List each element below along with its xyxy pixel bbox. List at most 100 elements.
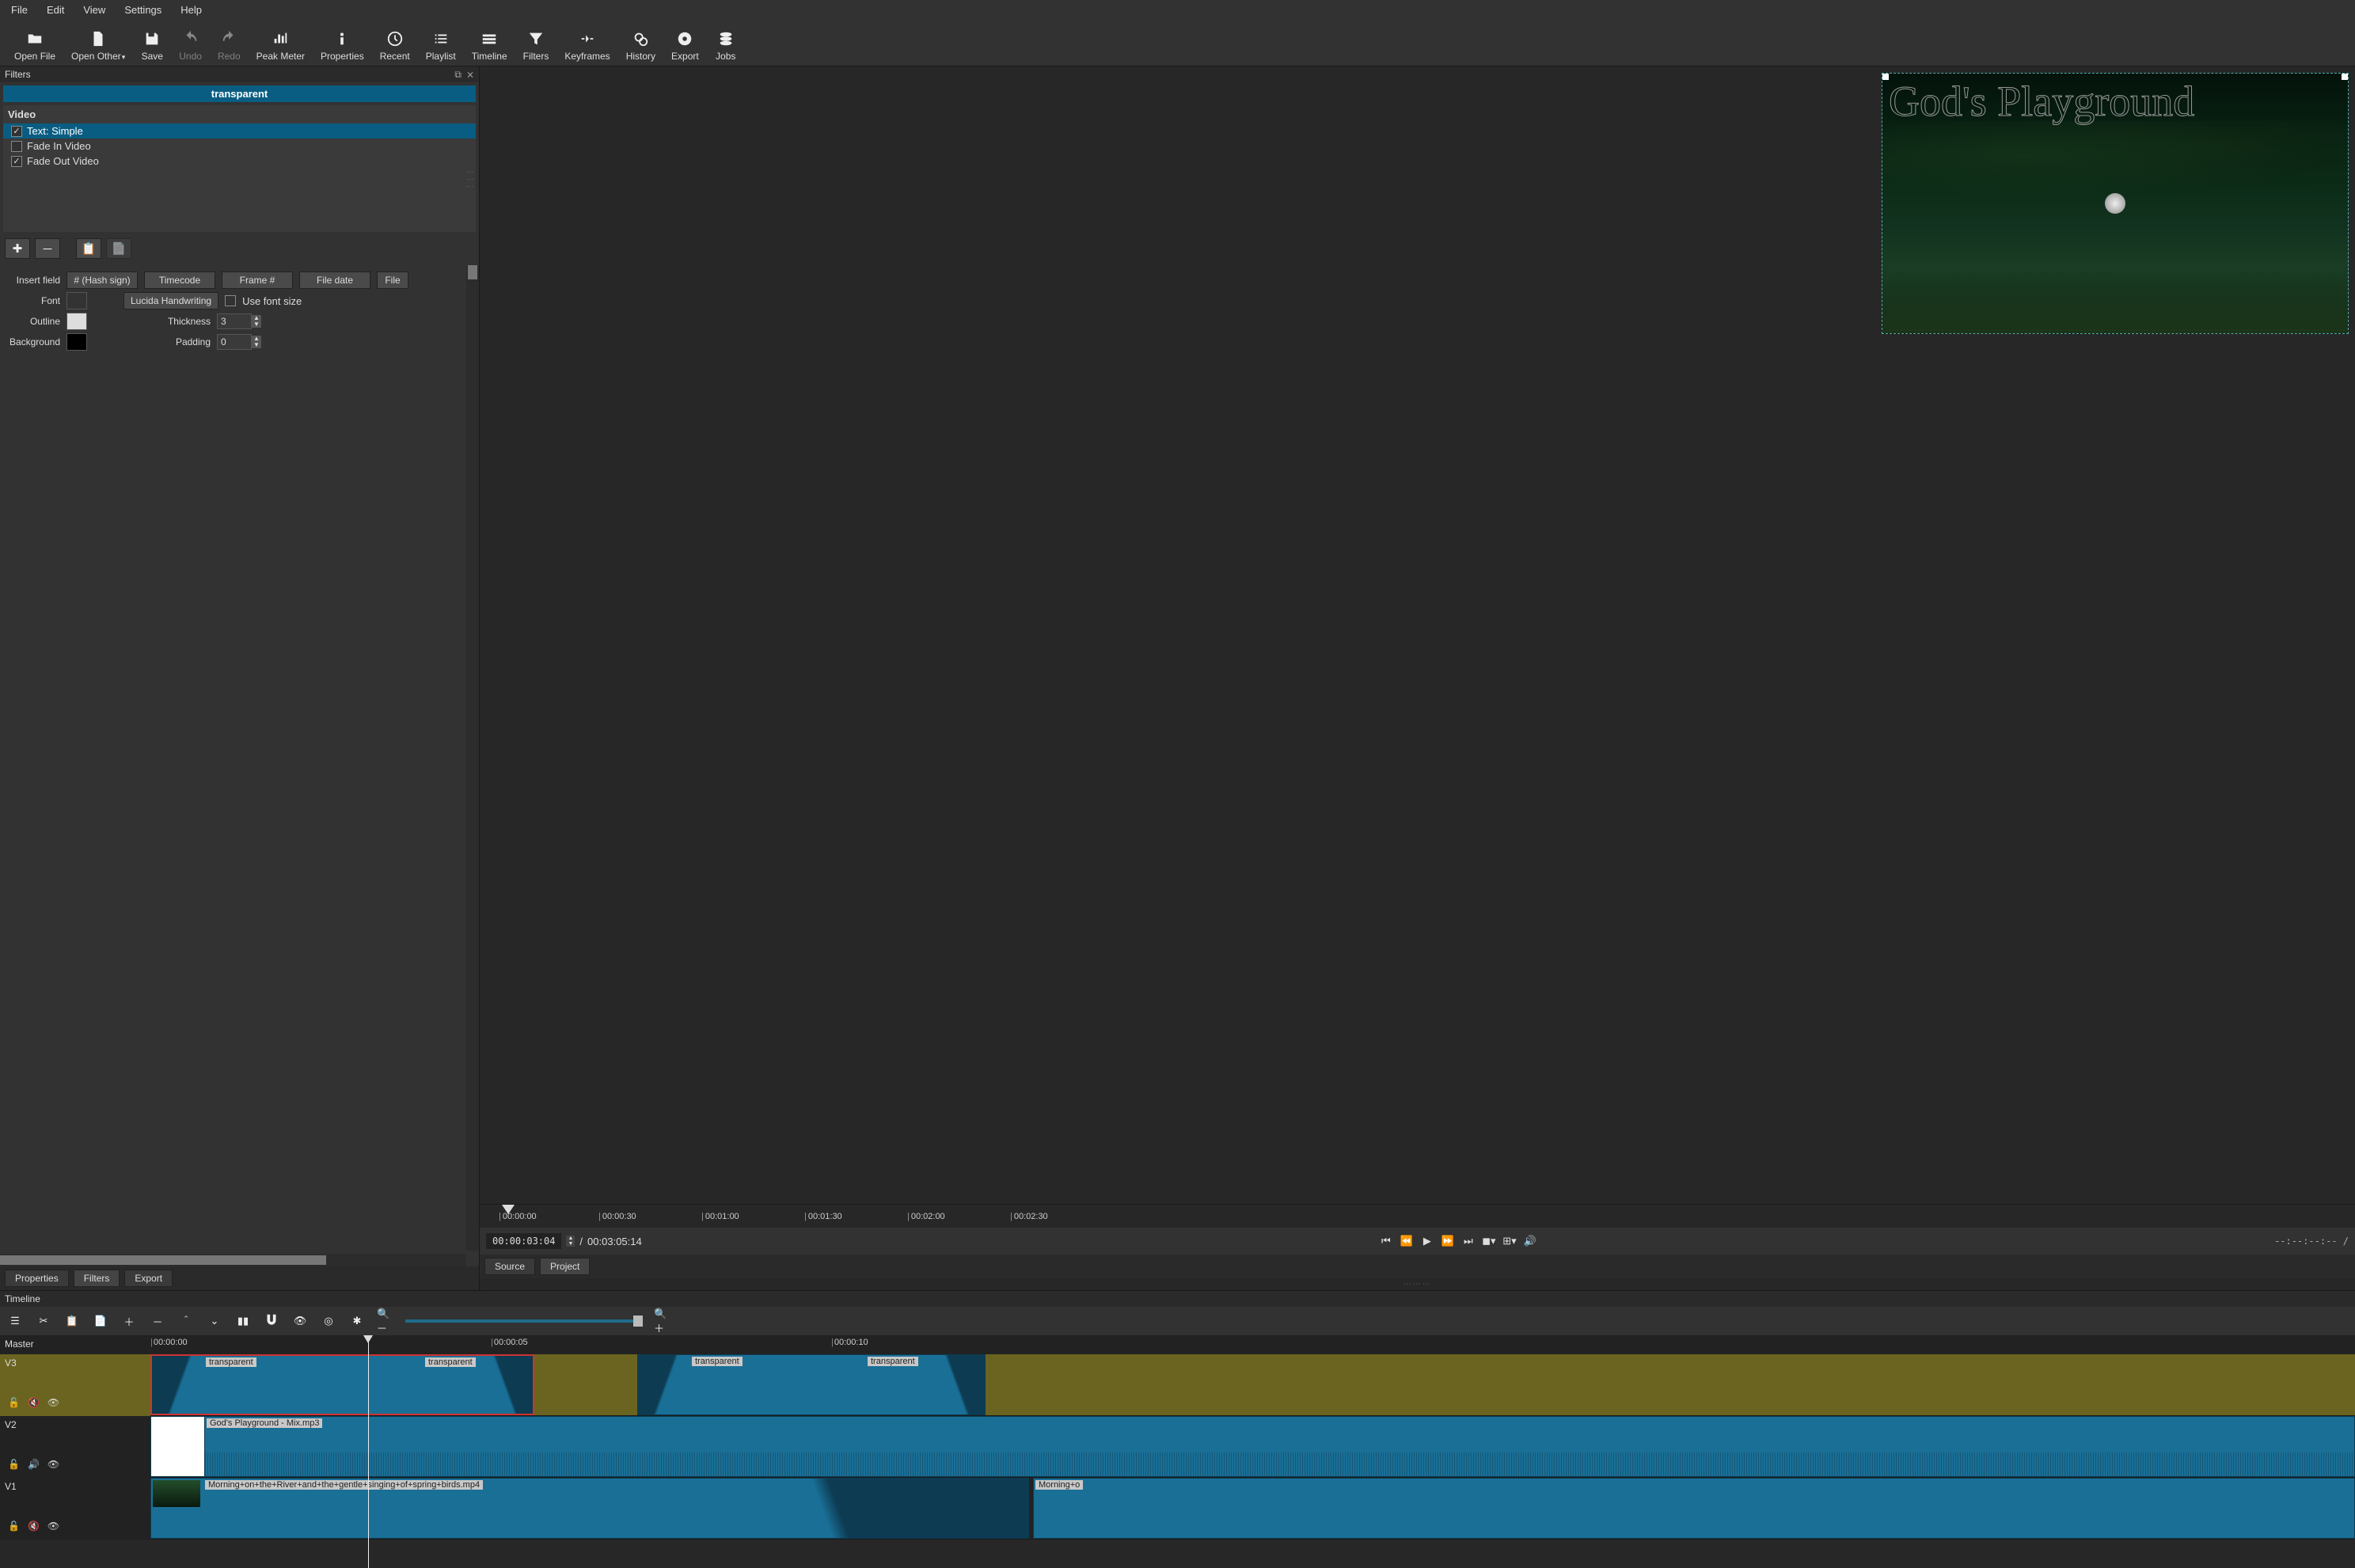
use-font-size-checkbox[interactable] bbox=[225, 295, 236, 306]
zoom-in-icon[interactable]: 🔍＋ bbox=[654, 1312, 671, 1330]
keyframes-button[interactable]: Keyframes bbox=[556, 21, 617, 65]
append-icon[interactable]: ＋ bbox=[120, 1312, 138, 1330]
padding-spin[interactable]: ▲▼ bbox=[217, 334, 261, 350]
padding-input[interactable] bbox=[217, 334, 252, 350]
paste-icon[interactable]: 📄 bbox=[92, 1312, 109, 1330]
thickness-input[interactable] bbox=[217, 313, 252, 329]
video-preview[interactable]: God's Playground bbox=[1882, 73, 2349, 334]
menu-help[interactable]: Help bbox=[171, 2, 211, 18]
play-button[interactable]: ▶ bbox=[1419, 1233, 1435, 1249]
fast-forward-button[interactable]: ⏩ bbox=[1440, 1233, 1456, 1249]
hide-icon[interactable]: 👁 bbox=[47, 1459, 59, 1470]
menu-view[interactable]: View bbox=[74, 2, 115, 18]
rewind-button[interactable]: ⏪ bbox=[1399, 1233, 1415, 1249]
add-filter-button[interactable]: ✚ bbox=[5, 238, 30, 259]
open-file-button[interactable]: Open File bbox=[6, 21, 63, 65]
playlist-button[interactable]: Playlist bbox=[418, 21, 464, 65]
filter-item[interactable]: Fade In Video bbox=[3, 139, 476, 154]
tab-filters[interactable]: Filters bbox=[74, 1270, 120, 1287]
thickness-spin[interactable]: ▲▼ bbox=[217, 313, 261, 329]
tab-source[interactable]: Source bbox=[484, 1258, 535, 1275]
padding-down[interactable]: ▼ bbox=[252, 342, 261, 348]
timeline-playhead[interactable] bbox=[368, 1335, 369, 1568]
grid-button[interactable]: ⊞▾ bbox=[1502, 1233, 1517, 1249]
properties-button[interactable]: Properties bbox=[313, 21, 372, 65]
timeline-menu-icon[interactable]: ☰ bbox=[6, 1312, 24, 1330]
paste-filter-button[interactable]: 📄 bbox=[106, 238, 131, 259]
master-track-header[interactable]: Master bbox=[0, 1335, 150, 1354]
track-header-v1[interactable]: V1 🔓 🔇 👁 bbox=[0, 1478, 150, 1540]
lift-icon[interactable]: ＾ bbox=[177, 1312, 195, 1330]
clip-audio[interactable]: God's Playground - Mix.mp3 bbox=[204, 1416, 2355, 1477]
insert-timecode-button[interactable]: Timecode bbox=[144, 271, 215, 289]
filter-item[interactable]: ✓Fade Out Video bbox=[3, 154, 476, 169]
peak-meter-button[interactable]: Peak Meter bbox=[249, 21, 313, 65]
clip-video-1[interactable]: Morning+on+the+River+and+the+gentle+sing… bbox=[150, 1478, 1029, 1539]
zoom-fit-button[interactable]: ◼▾ bbox=[1481, 1233, 1497, 1249]
track-v1[interactable]: Morning+on+the+River+and+the+gentle+sing… bbox=[150, 1478, 2355, 1540]
tab-properties[interactable]: Properties bbox=[5, 1270, 69, 1287]
clip-transparent-2[interactable]: transparent transparent bbox=[637, 1354, 986, 1415]
lock-icon[interactable]: 🔓 bbox=[8, 1459, 20, 1470]
preview-center-handle[interactable] bbox=[2105, 193, 2125, 214]
mute-icon[interactable]: 🔇 bbox=[28, 1397, 40, 1408]
volume-button[interactable]: 🔊 bbox=[1522, 1233, 1538, 1249]
font-color-swatch[interactable] bbox=[66, 292, 87, 309]
snap-icon[interactable] bbox=[263, 1312, 280, 1330]
copy-filter-button[interactable]: 📋 bbox=[76, 238, 101, 259]
insert-filedate-button[interactable]: File date bbox=[299, 271, 370, 289]
tab-export[interactable]: Export bbox=[124, 1270, 173, 1287]
cut-icon[interactable]: ✂ bbox=[35, 1312, 52, 1330]
tab-project[interactable]: Project bbox=[540, 1258, 590, 1275]
menu-file[interactable]: File bbox=[2, 2, 37, 18]
font-picker-button[interactable]: Lucida Handwriting bbox=[123, 292, 218, 309]
preview-handle-tr[interactable] bbox=[2342, 74, 2348, 80]
menu-edit[interactable]: Edit bbox=[37, 2, 74, 18]
filter-checkbox[interactable]: ✓ bbox=[11, 126, 22, 137]
save-button[interactable]: Save bbox=[133, 21, 171, 65]
filter-checkbox[interactable] bbox=[11, 141, 22, 152]
tc-up[interactable]: ▲ bbox=[566, 1236, 575, 1241]
zoom-slider[interactable] bbox=[405, 1319, 643, 1323]
lock-icon[interactable]: 🔓 bbox=[8, 1397, 20, 1408]
clip-video-2[interactable]: Morning+o bbox=[1033, 1478, 2355, 1539]
copy-icon[interactable]: 📋 bbox=[63, 1312, 81, 1330]
insert-hash-button[interactable]: # (Hash sign) bbox=[66, 271, 138, 289]
recent-button[interactable]: Recent bbox=[372, 21, 418, 65]
hide-icon[interactable]: 👁 bbox=[47, 1521, 59, 1532]
preview-handle-tl[interactable] bbox=[1882, 74, 1889, 80]
hide-icon[interactable]: 👁 bbox=[47, 1397, 59, 1408]
track-header-v2[interactable]: V2 🔓 🔊 👁 bbox=[0, 1416, 150, 1478]
panel-close-icon[interactable]: ⨯ bbox=[466, 69, 474, 81]
filter-checkbox[interactable]: ✓ bbox=[11, 156, 22, 167]
preview-ruler[interactable]: 00:00:00 00:00:30 00:01:00 00:01:30 00:0… bbox=[480, 1204, 2355, 1228]
insert-frame-button[interactable]: Frame # bbox=[222, 271, 293, 289]
props-horizontal-scrollbar[interactable] bbox=[0, 1254, 466, 1266]
panel-popout-icon[interactable]: ⧉ bbox=[454, 69, 462, 81]
track-area[interactable]: 00:00:00 00:00:05 00:00:10 transparent t… bbox=[150, 1335, 2355, 1568]
export-button[interactable]: Export bbox=[663, 21, 707, 65]
scrub-icon[interactable]: 👁 bbox=[291, 1312, 309, 1330]
jobs-button[interactable]: Jobs bbox=[707, 21, 745, 65]
remove-icon[interactable]: － bbox=[149, 1312, 166, 1330]
audio-icon[interactable]: 🔊 bbox=[28, 1459, 40, 1470]
remove-filter-button[interactable]: － bbox=[35, 238, 60, 259]
insert-file-button[interactable]: File bbox=[377, 271, 408, 289]
tc-down[interactable]: ▼ bbox=[566, 1241, 575, 1247]
outline-color-swatch[interactable] bbox=[66, 313, 87, 330]
background-color-swatch[interactable] bbox=[66, 333, 87, 351]
overwrite-icon[interactable]: ⌄ bbox=[206, 1312, 223, 1330]
ripple-all-icon[interactable]: ✱ bbox=[348, 1312, 366, 1330]
drag-handle-icon[interactable]: ⋮⋮⋮ bbox=[466, 169, 474, 190]
zoom-out-icon[interactable]: 🔍－ bbox=[377, 1312, 394, 1330]
track-v2[interactable]: God's Playground - Mix.mp3 bbox=[150, 1416, 2355, 1478]
thickness-down[interactable]: ▼ bbox=[252, 321, 261, 328]
panel-resize-handle[interactable]: ⋯⋯⋯ bbox=[480, 1278, 2355, 1290]
lock-icon[interactable]: 🔓 bbox=[8, 1521, 20, 1532]
split-icon[interactable]: ▮▮ bbox=[234, 1312, 252, 1330]
timeline-button[interactable]: Timeline bbox=[464, 21, 515, 65]
filters-button[interactable]: Filters bbox=[515, 21, 557, 65]
current-timecode[interactable]: 00:00:03:04 bbox=[486, 1233, 561, 1249]
preview-text-overlay[interactable]: God's Playground bbox=[1889, 77, 2342, 126]
filter-item[interactable]: ✓Text: Simple bbox=[3, 123, 476, 139]
